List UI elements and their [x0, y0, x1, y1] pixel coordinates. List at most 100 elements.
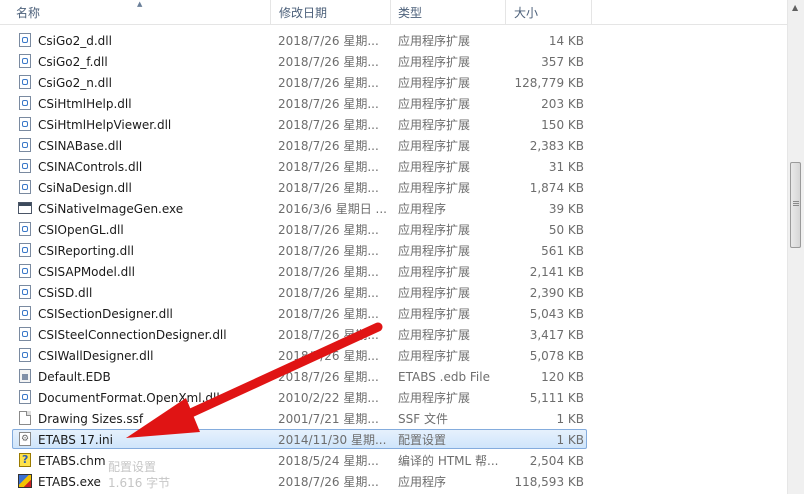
file-name: DocumentFormat.OpenXml.dll [38, 391, 220, 405]
file-row[interactable]: CsiGo2_f.dll 2018/7/26 星期... 应用程序扩展 357 KB [0, 51, 788, 72]
file-type: 应用程序 [398, 202, 447, 216]
file-modified-date: 2018/7/26 星期... [278, 286, 379, 300]
file-name: CSISectionDesigner.dll [38, 307, 173, 321]
file-row[interactable]: CSiHtmlHelp.dll 2018/7/26 星期... 应用程序扩展 203 … [0, 93, 788, 114]
file-size: 2,504 KB [529, 454, 584, 468]
file-size: 203 KB [541, 97, 584, 111]
generic-file-icon [19, 411, 31, 425]
scrollbar-thumb[interactable] [790, 162, 801, 248]
file-modified-date: 2018/7/26 星期... [278, 139, 379, 153]
file-size: 357 KB [541, 55, 584, 69]
file-row[interactable]: CsiGo2_n.dll 2018/7/26 星期... 应用程序扩展 128,779… [0, 72, 788, 93]
file-row-selected[interactable]: ETABS 17.ini 2014/11/30 星期... 配置设置 1 KB [0, 429, 788, 450]
file-modified-date: 2018/7/26 星期... [278, 118, 379, 132]
file-type: 应用程序扩展 [398, 265, 471, 279]
file-size: 5,111 KB [529, 391, 584, 405]
file-row[interactable]: DocumentFormat.OpenXml.dll 2010/2/22 星期..… [0, 387, 788, 408]
file-modified-date: 2018/7/26 星期... [278, 76, 379, 90]
file-type: 应用程序扩展 [398, 328, 471, 342]
file-name: ETABS 17.ini [38, 433, 113, 447]
file-name: CsiGo2_n.dll [38, 76, 112, 90]
column-header-size[interactable]: 大小 [506, 0, 592, 24]
file-size: 1,874 KB [529, 181, 584, 195]
file-name: CSiNativeImageGen.exe [38, 202, 184, 216]
file-row[interactable]: Default.EDB 2018/7/26 星期... ETABS .edb Fil… [0, 366, 788, 387]
edb-file-icon [19, 369, 31, 383]
file-row[interactable]: CSISteelConnectionDesigner.dll 2018/7/26 … [0, 324, 788, 345]
file-modified-date: 2018/7/26 星期... [278, 34, 379, 48]
file-type: 应用程序 [398, 475, 447, 489]
file-modified-date: 2016/3/6 星期日 ... [278, 202, 386, 216]
file-name: Default.EDB [38, 370, 111, 384]
file-type: 应用程序扩展 [398, 286, 471, 300]
dll-file-icon [19, 306, 31, 320]
file-name: CsiNaDesign.dll [38, 181, 132, 195]
file-modified-date: 2010/2/22 星期... [278, 391, 379, 405]
file-size: 128,779 KB [514, 76, 584, 90]
file-name: CSISteelConnectionDesigner.dll [38, 328, 227, 342]
file-modified-date: 2018/7/26 星期... [278, 370, 379, 384]
column-header-type[interactable]: 类型 [391, 0, 506, 24]
file-type: 应用程序扩展 [398, 349, 471, 363]
file-name: CsiGo2_f.dll [38, 55, 108, 69]
file-modified-date: 2001/7/21 星期... [278, 412, 379, 426]
file-type: 应用程序扩展 [398, 391, 471, 405]
file-type: 应用程序扩展 [398, 139, 471, 153]
file-modified-date: 2018/7/26 星期... [278, 307, 379, 321]
file-size: 118,593 KB [514, 475, 584, 489]
file-row[interactable]: CSISAPModel.dll 2018/7/26 星期... 应用程序扩展 2,14… [0, 261, 788, 282]
file-modified-date: 2018/7/26 星期... [278, 181, 379, 195]
dll-file-icon [19, 96, 31, 110]
file-size: 5,078 KB [529, 349, 584, 363]
file-name: CSiSD.dll [38, 286, 93, 300]
file-row[interactable]: CSiSD.dll 2018/7/26 星期... 应用程序扩展 2,390 KB [0, 282, 788, 303]
file-row[interactable]: CSiNativeImageGen.exe 2016/3/6 星期日 ... 应用程… [0, 198, 788, 219]
vertical-scrollbar[interactable]: ▲ [787, 0, 804, 494]
file-row[interactable]: CsiNaDesign.dll 2018/7/26 星期... 应用程序扩展 1,87… [0, 177, 788, 198]
scroll-up-arrow-icon[interactable]: ▲ [792, 4, 798, 12]
file-row[interactable]: CSIWallDesigner.dll 2018/7/26 星期... 应用程序扩展… [0, 345, 788, 366]
exe-window-icon [18, 202, 32, 214]
dll-file-icon [19, 243, 31, 257]
file-type: 应用程序扩展 [398, 76, 471, 90]
file-modified-date: 2018/7/26 星期... [278, 223, 379, 237]
dll-file-icon [19, 159, 31, 173]
file-modified-date: 2018/7/26 星期... [278, 55, 379, 69]
file-size: 14 KB [548, 34, 584, 48]
file-row[interactable]: CSISectionDesigner.dll 2018/7/26 星期... 应用程… [0, 303, 788, 324]
dll-file-icon [19, 180, 31, 194]
etabs-app-icon [18, 474, 32, 488]
file-type: 应用程序扩展 [398, 223, 471, 237]
dll-file-icon [19, 348, 31, 362]
file-type: 应用程序扩展 [398, 118, 471, 132]
sort-ascending-icon: ▲ [137, 0, 143, 8]
file-row[interactable]: CSIReporting.dll 2018/7/26 星期... 应用程序扩展 561… [0, 240, 788, 261]
file-size: 561 KB [541, 244, 584, 258]
watermark-line-2: 1.616 字节 [108, 476, 171, 490]
file-row[interactable]: CSIOpenGL.dll 2018/7/26 星期... 应用程序扩展 50 KB [0, 219, 788, 240]
dll-file-icon [19, 75, 31, 89]
file-modified-date: 2014/11/30 星期... [278, 433, 386, 447]
file-size: 2,383 KB [529, 139, 584, 153]
file-list: CsiGo2_d.dll 2018/7/26 星期... 应用程序扩展 14 KB Cs… [0, 30, 788, 492]
file-type: 应用程序扩展 [398, 55, 471, 69]
file-modified-date: 2018/5/24 星期... [278, 454, 379, 468]
file-modified-date: 2018/7/26 星期... [278, 328, 379, 342]
file-row[interactable]: Drawing Sizes.ssf 2001/7/21 星期... SSF 文件 1 … [0, 408, 788, 429]
file-modified-date: 2018/7/26 星期... [278, 265, 379, 279]
column-header-date[interactable]: 修改日期 [271, 0, 391, 24]
column-header-name[interactable]: 名称 [0, 0, 271, 24]
file-modified-date: 2018/7/26 星期... [278, 475, 379, 489]
dll-file-icon [19, 54, 31, 68]
dll-file-icon [19, 33, 31, 47]
file-type: 应用程序扩展 [398, 181, 471, 195]
file-size: 1 KB [556, 412, 584, 426]
file-row[interactable]: CSINAControls.dll 2018/7/26 星期... 应用程序扩展 31… [0, 156, 788, 177]
watermark: 配置设置 1.616 字节 [108, 459, 170, 491]
file-row[interactable]: CSINABase.dll 2018/7/26 星期... 应用程序扩展 2,383 … [0, 135, 788, 156]
file-row[interactable]: CsiGo2_d.dll 2018/7/26 星期... 应用程序扩展 14 KB [0, 30, 788, 51]
file-type: 应用程序扩展 [398, 160, 471, 174]
file-row[interactable]: CSiHtmlHelpViewer.dll 2018/7/26 星期... 应用程序… [0, 114, 788, 135]
file-type: 配置设置 [398, 433, 447, 447]
file-size: 39 KB [548, 202, 584, 216]
